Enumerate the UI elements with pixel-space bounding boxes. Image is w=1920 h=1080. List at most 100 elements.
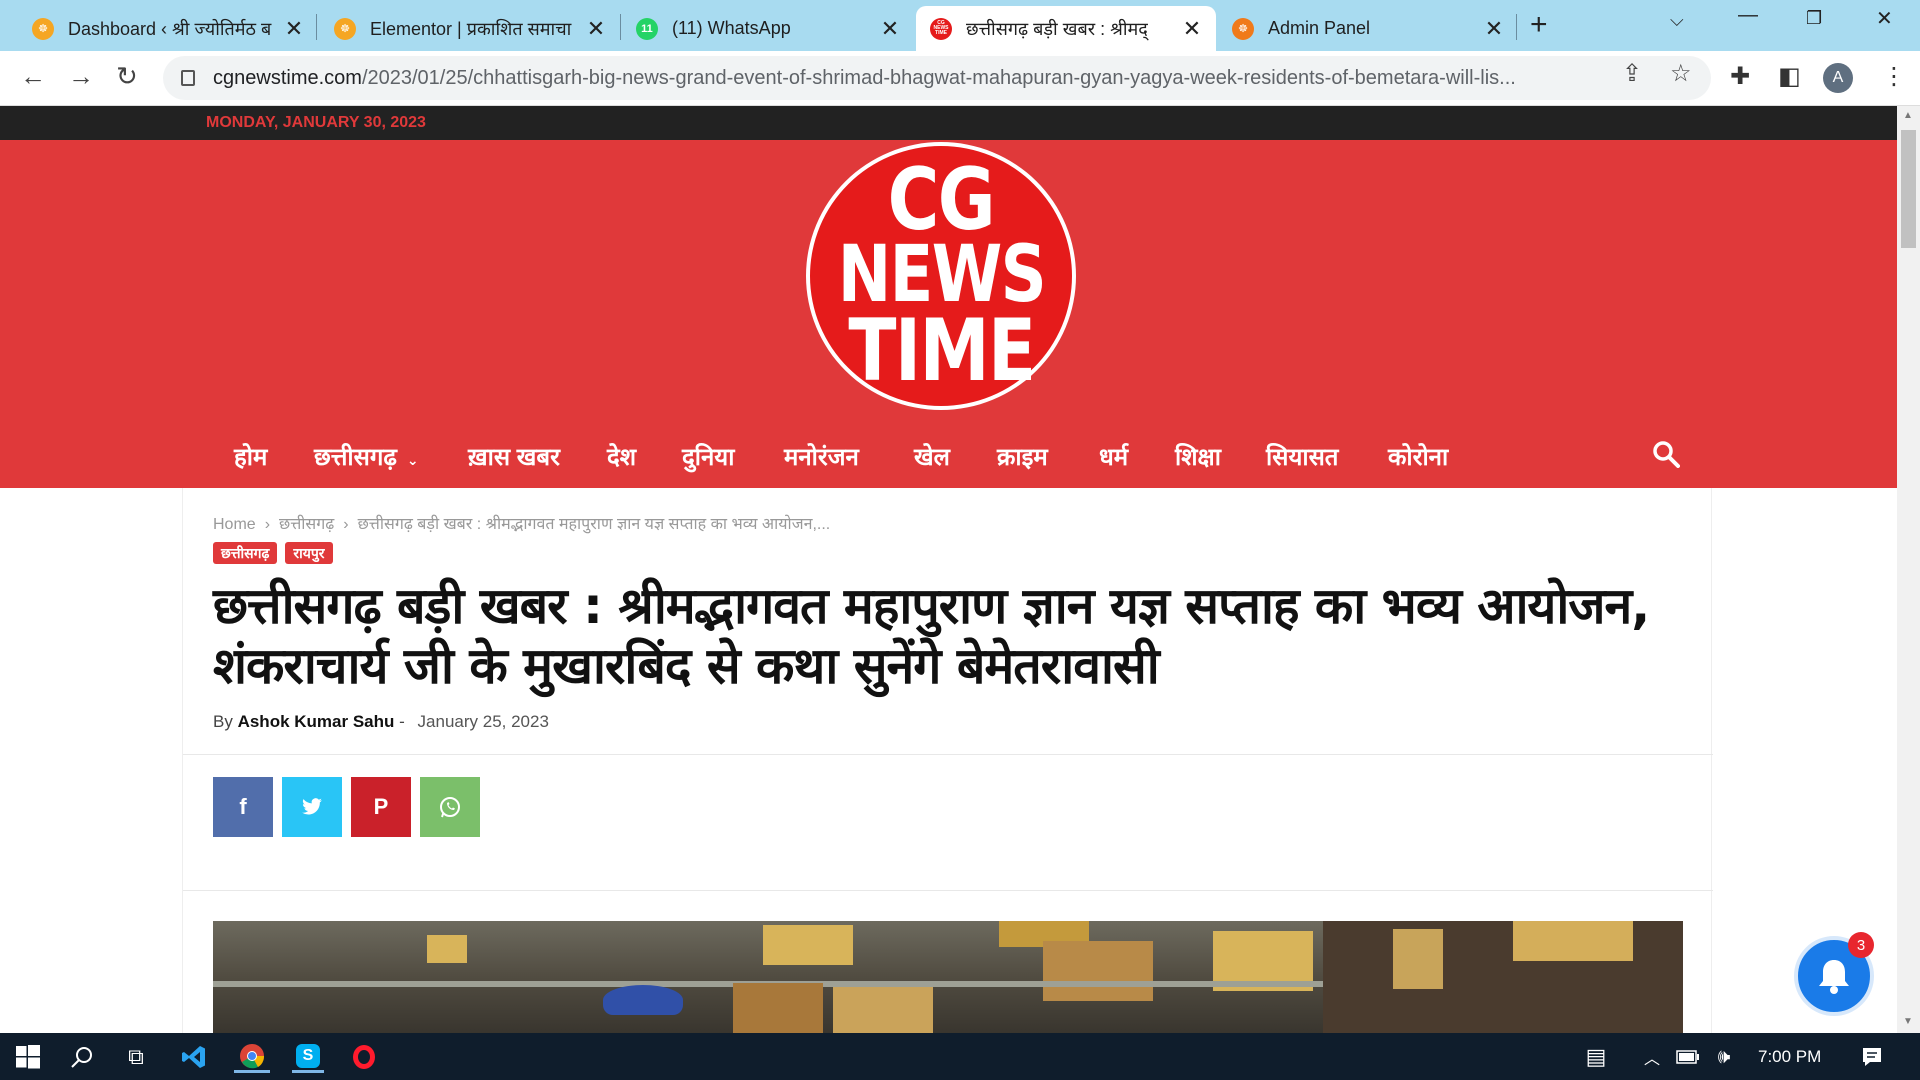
nav-item-home[interactable]: होम bbox=[234, 440, 267, 473]
back-arrow-icon[interactable]: ← bbox=[20, 61, 46, 92]
current-date: MONDAY, JANUARY 30, 2023 bbox=[206, 114, 426, 131]
publish-date: January 25, 2023 bbox=[417, 712, 549, 731]
breadcrumb-home-link[interactable]: Home bbox=[213, 516, 256, 533]
category-tag-raipur[interactable]: रायपुर bbox=[285, 542, 333, 564]
tab-whatsapp[interactable]: 11 (11) WhatsApp ✕ bbox=[622, 6, 914, 51]
close-tab-icon[interactable]: ✕ bbox=[880, 16, 900, 42]
menu-kebab-icon[interactable]: ⋮ bbox=[1882, 62, 1906, 91]
scrollbar-thumb[interactable] bbox=[1901, 130, 1916, 248]
whatsapp-unread-count: 11 bbox=[641, 22, 653, 35]
search-icon[interactable] bbox=[66, 1041, 98, 1073]
facebook-share-button[interactable]: f bbox=[213, 777, 273, 837]
nav-item-khas-khabar[interactable]: ख़ास खबर bbox=[468, 440, 560, 473]
nav-item-desh[interactable]: देश bbox=[607, 440, 636, 473]
whatsapp-icon bbox=[440, 797, 460, 818]
show-hidden-icons-chevron-up-icon[interactable]: ︿ bbox=[1640, 1041, 1664, 1073]
breadcrumb-separator: › bbox=[343, 516, 349, 533]
windows-taskbar: ⧉ S ▤ ︿ 🕪 7:00 PM bbox=[0, 1033, 1920, 1080]
tab-separator bbox=[620, 14, 621, 40]
side-panel-icon[interactable]: ◧ bbox=[1778, 62, 1801, 91]
tab-elementor[interactable]: ☸ Elementor | प्रकाशित समाचा ✕ bbox=[320, 6, 620, 51]
extensions-puzzle-icon[interactable]: ✚ bbox=[1730, 62, 1750, 91]
tab-separator bbox=[1516, 14, 1517, 40]
divider bbox=[183, 890, 1713, 891]
nav-item-manoranjan[interactable]: मनोरंजन bbox=[784, 440, 859, 473]
new-tab-plus-icon[interactable]: + bbox=[1530, 8, 1548, 42]
vscode-icon[interactable] bbox=[178, 1041, 210, 1073]
notification-center-icon[interactable] bbox=[1858, 1041, 1886, 1073]
byline: By Ashok Kumar Sahu - January 25, 2023 bbox=[213, 712, 549, 731]
tab-search-chevron-down-icon[interactable]: ⌵ bbox=[1670, 10, 1684, 31]
bookmark-star-icon[interactable]: ☆ bbox=[1670, 59, 1692, 88]
nav-item-duniya[interactable]: दुनिया bbox=[682, 440, 734, 473]
news-widget-icon[interactable]: ▤ bbox=[1578, 1041, 1614, 1073]
system-clock[interactable]: 7:00 PM bbox=[1758, 1047, 1821, 1067]
tab-separator bbox=[316, 14, 317, 40]
task-view-icon[interactable]: ⧉ bbox=[120, 1041, 152, 1073]
share-icon[interactable]: ⇪ bbox=[1622, 59, 1642, 88]
page-scrollbar[interactable]: ▲ ▼ bbox=[1897, 106, 1920, 1033]
author-link[interactable]: Ashok Kumar Sahu bbox=[238, 712, 395, 731]
share-buttons: f P bbox=[213, 777, 480, 837]
whatsapp-favicon-icon: 11 bbox=[636, 17, 658, 40]
close-tab-icon[interactable]: ✕ bbox=[284, 16, 304, 42]
minimize-window-icon[interactable]: — bbox=[1738, 4, 1758, 27]
divider bbox=[183, 754, 1713, 755]
nav-item-chhattisgarh[interactable]: छत्तीसगढ़ ⌄ bbox=[314, 440, 419, 473]
nav-item-shiksha[interactable]: शिक्षा bbox=[1175, 440, 1221, 473]
chrome-icon[interactable] bbox=[234, 1041, 270, 1073]
address-bar[interactable]: cgnewstime.com/2023/01/25/chhattisgarh-b… bbox=[163, 56, 1711, 100]
elementor-favicon-icon: ☸ bbox=[334, 17, 356, 40]
skype-icon[interactable]: S bbox=[292, 1041, 324, 1073]
wordpress-favicon-icon: ☸ bbox=[32, 17, 54, 40]
pinterest-icon: P bbox=[373, 794, 389, 819]
url-text[interactable]: cgnewstime.com/2023/01/25/chhattisgarh-b… bbox=[213, 67, 1623, 90]
nav-item-crime[interactable]: क्राइम bbox=[997, 440, 1048, 473]
site-logo[interactable]: CG NEWS TIME bbox=[806, 142, 1076, 410]
scroll-up-arrow-icon[interactable]: ▲ bbox=[1903, 110, 1913, 121]
browser-toolbar: ← → ↻ cgnewstime.com/2023/01/25/chhattis… bbox=[0, 51, 1920, 106]
profile-avatar[interactable]: A bbox=[1823, 63, 1853, 93]
volume-icon[interactable]: 🕪 bbox=[1710, 1041, 1738, 1073]
nav-item-corona[interactable]: कोरोना bbox=[1388, 440, 1448, 473]
bell-icon bbox=[1819, 960, 1849, 994]
tab-title: Elementor | प्रकाशित समाचा bbox=[370, 18, 572, 39]
chevron-down-icon: ⌄ bbox=[406, 452, 419, 468]
reload-icon[interactable]: ↻ bbox=[116, 61, 138, 92]
search-icon[interactable] bbox=[1652, 440, 1680, 468]
nav-item-siyasat[interactable]: सियासत bbox=[1266, 440, 1338, 473]
site-top-bar: MONDAY, JANUARY 30, 2023 bbox=[0, 106, 1897, 140]
breadcrumb-category-link[interactable]: छत्तीसगढ़ bbox=[279, 516, 334, 533]
tab-cgnewstime-article[interactable]: CG NEWS TIME छत्तीसगढ़ बड़ी खबर : श्रीमद… bbox=[916, 6, 1216, 51]
breadcrumb: Home › छत्तीसगढ़ › छत्तीसगढ़ बड़ी खबर : श्री… bbox=[213, 512, 830, 534]
close-tab-icon[interactable]: ✕ bbox=[1182, 16, 1202, 42]
tab-title: छत्तीसगढ़ बड़ी खबर : श्रीमद् bbox=[966, 18, 1148, 39]
tab-admin-panel[interactable]: ☸ Admin Panel ✕ bbox=[1218, 6, 1518, 51]
opera-icon[interactable] bbox=[348, 1041, 380, 1073]
nav-item-dharm[interactable]: धर्म bbox=[1099, 440, 1128, 473]
article-title: छत्तीसगढ़ बड़ी खबर : श्रीमद्भागवत महापुर… bbox=[213, 577, 1650, 695]
tab-title: Admin Panel bbox=[1268, 18, 1371, 38]
tab-title: (11) WhatsApp bbox=[672, 18, 791, 38]
close-tab-icon[interactable]: ✕ bbox=[586, 16, 606, 42]
restore-window-icon[interactable]: ❐ bbox=[1806, 8, 1822, 29]
article-container: Home › छत्तीसगढ़ › छत्तीसगढ़ बड़ी खबर : श्री… bbox=[182, 488, 1713, 1033]
windows-start-icon[interactable] bbox=[12, 1041, 44, 1073]
pinterest-share-button[interactable]: P bbox=[351, 777, 411, 837]
forward-arrow-icon[interactable]: → bbox=[68, 61, 94, 92]
close-tab-icon[interactable]: ✕ bbox=[1484, 16, 1504, 42]
lock-icon[interactable] bbox=[181, 70, 195, 86]
tab-dashboard[interactable]: ☸ Dashboard ‹ श्री ज्योतिर्मठ ब ✕ bbox=[18, 6, 318, 51]
twitter-share-button[interactable] bbox=[282, 777, 342, 837]
nav-item-khel[interactable]: खेल bbox=[914, 440, 950, 473]
category-tag-chhattisgarh[interactable]: छत्तीसगढ़ bbox=[213, 542, 278, 564]
close-window-icon[interactable]: ✕ bbox=[1876, 6, 1893, 31]
facebook-icon: f bbox=[239, 794, 247, 819]
breadcrumb-current: छत्तीसगढ़ बड़ी खबर : श्रीमद्भागवत महापुर… bbox=[357, 516, 831, 533]
battery-icon[interactable] bbox=[1674, 1041, 1702, 1073]
notification-count-badge: 3 bbox=[1848, 932, 1874, 958]
whatsapp-share-button[interactable] bbox=[420, 777, 480, 837]
article-featured-image bbox=[213, 921, 1683, 1033]
scroll-down-arrow-icon[interactable]: ▼ bbox=[1903, 1016, 1913, 1027]
main-navigation: होम छत्तीसगढ़ ⌄ ख़ास खबर देश दुनिया मनोरं… bbox=[0, 430, 1897, 486]
